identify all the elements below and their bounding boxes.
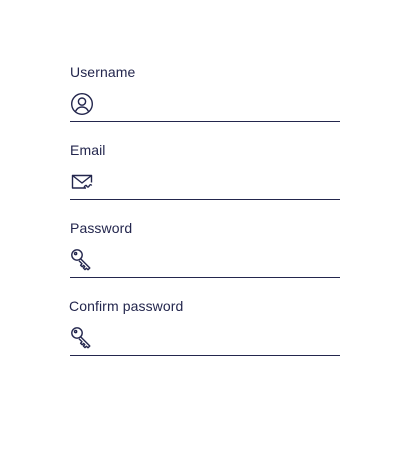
user-circle-icon (70, 92, 94, 116)
signup-form: Username Email Password Confirm password (69, 64, 340, 376)
username-input-row (70, 87, 340, 122)
email-field-group: Email (70, 142, 340, 220)
password-input[interactable] (102, 245, 340, 275)
confirm-password-label: Confirm password (69, 298, 184, 314)
email-input-row (70, 165, 340, 200)
password-input-row (70, 243, 340, 278)
confirm-password-input-row (70, 321, 340, 356)
confirm-password-field-group: Confirm password (69, 298, 340, 376)
key-icon (70, 326, 94, 350)
email-label: Email (70, 142, 106, 158)
password-field-group: Password (70, 220, 340, 298)
email-input[interactable] (102, 167, 340, 197)
confirm-password-input[interactable] (102, 323, 340, 353)
username-field-group: Username (70, 64, 340, 142)
username-input[interactable] (102, 89, 340, 119)
envelope-icon (70, 170, 94, 194)
password-label: Password (70, 220, 133, 236)
username-label: Username (70, 64, 136, 80)
key-icon (70, 248, 94, 272)
